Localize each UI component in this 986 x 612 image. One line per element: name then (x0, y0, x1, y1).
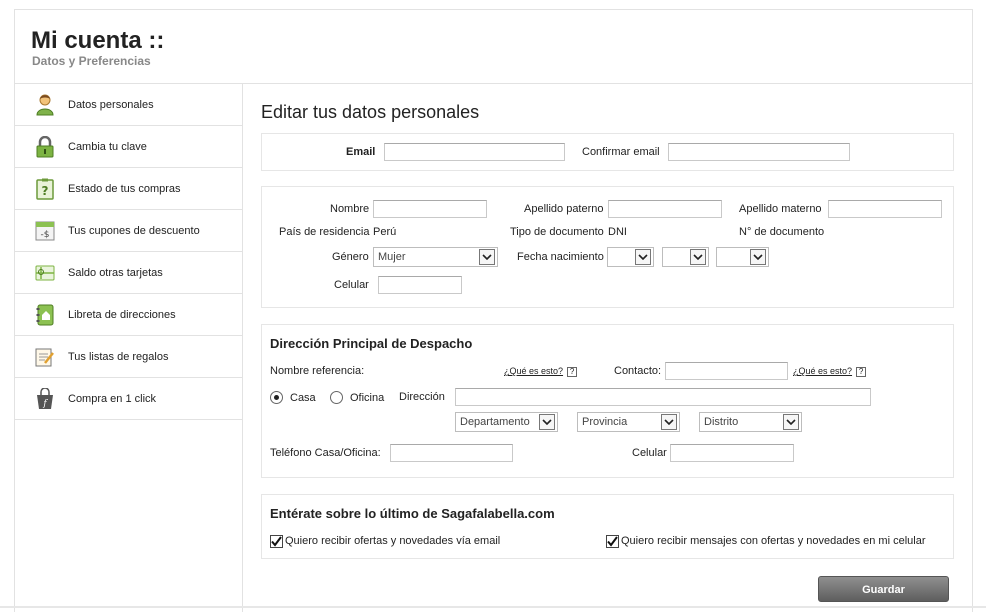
gift-list-icon (34, 345, 56, 369)
lock-icon (34, 135, 56, 159)
sidebar-item-label: Saldo otras tarjetas (68, 266, 163, 279)
email-label: Email (346, 146, 376, 158)
sidebar-item-estado-compras[interactable]: ? Estado de tus compras (14, 168, 242, 210)
bottom-divider (0, 606, 986, 608)
gift-card-icon (34, 261, 56, 285)
clipboard-question-icon: ? (34, 177, 56, 201)
numero-documento-label: N° de documento (739, 226, 825, 238)
provincia-select[interactable]: Provincia (577, 412, 680, 432)
sidebar-item-cupones[interactable]: -$ Tus cupones de descuento (14, 210, 242, 252)
help-link-text: ¿Qué es esto? (793, 366, 853, 376)
sms-optin-checkbox[interactable] (606, 535, 619, 548)
sidebar-item-label: Compra en 1 click (68, 392, 157, 405)
tipo-documento-value: DNI (608, 226, 627, 238)
distrito-value: Distrito (704, 416, 739, 428)
svg-text:?: ? (42, 184, 49, 198)
pais-value: Perú (373, 226, 397, 238)
birth-month-select[interactable] (662, 247, 709, 267)
telefono-label: Teléfono Casa/Oficina: (270, 447, 381, 459)
chevron-down-icon (783, 414, 799, 430)
chevron-down-icon (539, 414, 555, 430)
chevron-down-icon (635, 249, 651, 265)
confirm-email-field[interactable] (668, 143, 850, 161)
sidebar-item-label: Libreta de direcciones (68, 308, 176, 321)
celular-field[interactable] (378, 276, 462, 294)
header: Mi cuenta :: Datos y Preferencias (14, 9, 973, 84)
direccion-celular-label: Celular (632, 447, 667, 459)
oficina-radio[interactable] (330, 391, 343, 404)
email-field[interactable] (384, 143, 565, 161)
help-link-referencia[interactable]: ¿Qué es esto?? (504, 366, 578, 377)
birth-year-select[interactable] (716, 247, 769, 267)
sidebar-item-listas-regalos[interactable]: Tus listas de regalos (14, 336, 242, 378)
tipo-documento-label: Tipo de documento (510, 226, 604, 238)
celular-label: Celular (334, 279, 369, 291)
help-link-contacto[interactable]: ¿Qué es esto?? (793, 366, 867, 377)
sidebar-item-label: Datos personales (68, 98, 154, 111)
provincia-value: Provincia (582, 416, 628, 428)
sidebar-item-label: Estado de tus compras (68, 182, 181, 195)
chevron-down-icon (661, 414, 677, 430)
sidebar-item-label: Cambia tu clave (68, 140, 147, 153)
coupon-icon: -$ (34, 219, 56, 243)
nombre-referencia-label: Nombre referencia: (270, 365, 365, 377)
news-title: Entérate sobre lo último de Sagafalabell… (270, 506, 555, 521)
direccion-celular-field[interactable] (670, 444, 794, 462)
oficina-label: Oficina (350, 392, 385, 404)
question-icon: ? (856, 366, 867, 377)
apellido-paterno-field[interactable] (608, 200, 722, 218)
apellido-paterno-label: Apellido paterno (524, 203, 604, 215)
direccion-label: Dirección (399, 391, 445, 403)
email-optin-label: Quiero recibir ofertas y novedades vía e… (285, 535, 501, 547)
check-icon (607, 536, 618, 547)
person-icon (34, 93, 56, 117)
departamento-value: Departamento (460, 416, 530, 428)
apellido-materno-field[interactable] (828, 200, 942, 218)
page-title: Mi cuenta :: (31, 27, 165, 54)
genero-label: Género (332, 251, 369, 263)
sidebar-item-saldo-tarjetas[interactable]: Saldo otras tarjetas (14, 252, 242, 294)
confirm-email-label: Confirmar email (582, 146, 660, 158)
birth-day-select[interactable] (607, 247, 654, 267)
sidebar: Datos personales Cambia tu clave ? Estad… (14, 84, 243, 612)
sidebar-item-cambia-clave[interactable]: Cambia tu clave (14, 126, 242, 168)
telefono-field[interactable] (390, 444, 513, 462)
nombre-label: Nombre (330, 203, 370, 215)
address-book-icon (34, 303, 56, 327)
shopping-bag-icon: f (34, 387, 56, 411)
fecha-nacimiento-label: Fecha nacimiento (517, 251, 604, 263)
svg-text:-$: -$ (41, 230, 50, 240)
chevron-down-icon (690, 249, 706, 265)
sms-optin-label: Quiero recibir mensajes con ofertas y no… (621, 535, 926, 547)
pais-label: País de residencia (279, 226, 370, 238)
direccion-title: Dirección Principal de Despacho (270, 336, 473, 351)
page-subtitle: Datos y Preferencias (32, 54, 151, 68)
sidebar-item-compra-1-click[interactable]: f Compra en 1 click (14, 378, 242, 420)
direccion-field[interactable] (455, 388, 871, 406)
chevron-down-icon (750, 249, 766, 265)
question-icon: ? (567, 366, 578, 377)
sidebar-item-libreta-direcciones[interactable]: Libreta de direcciones (14, 294, 242, 336)
nombre-field[interactable] (373, 200, 487, 218)
casa-radio[interactable] (270, 391, 283, 404)
distrito-select[interactable]: Distrito (699, 412, 802, 432)
news-section (261, 494, 954, 559)
departamento-select[interactable]: Departamento (455, 412, 558, 432)
casa-label: Casa (290, 392, 316, 404)
sidebar-item-label: Tus listas de regalos (68, 350, 169, 363)
genero-value: Mujer (378, 251, 406, 263)
check-icon (271, 536, 282, 547)
contacto-field[interactable] (665, 362, 788, 380)
email-optin-checkbox[interactable] (270, 535, 283, 548)
main-title: Editar tus datos personales (261, 102, 480, 122)
genero-select[interactable]: Mujer (373, 247, 498, 267)
chevron-down-icon (479, 249, 495, 265)
apellido-materno-label: Apellido materno (739, 203, 822, 215)
sidebar-item-label: Tus cupones de descuento (68, 224, 200, 237)
sidebar-item-datos-personales[interactable]: Datos personales (14, 84, 242, 126)
contacto-label: Contacto: (614, 365, 662, 377)
help-link-text: ¿Qué es esto? (504, 366, 564, 376)
save-button[interactable]: Guardar (818, 576, 949, 602)
